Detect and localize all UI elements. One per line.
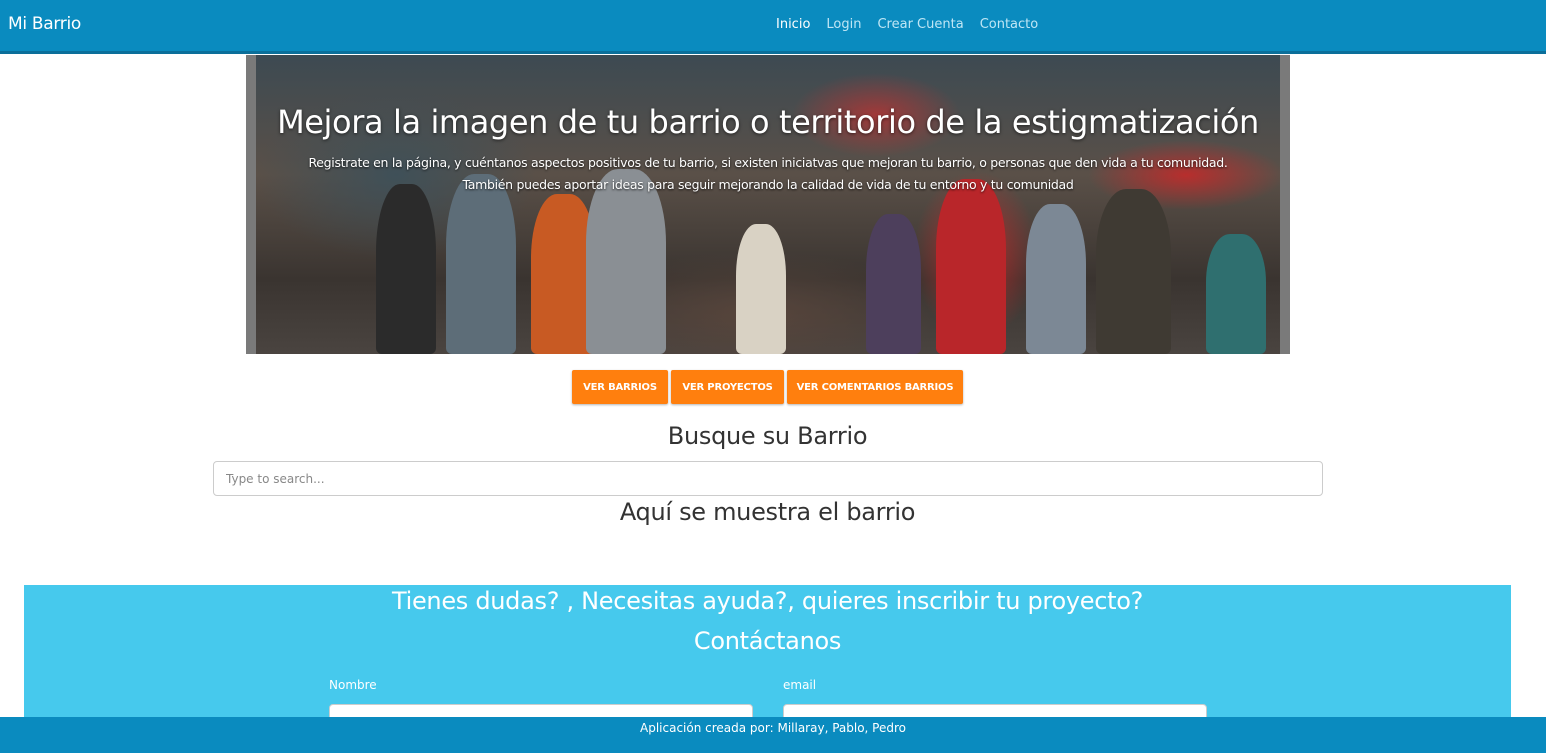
action-buttons: VER BARRIOS VER PROYECTOS VER COMENTARIO…	[572, 370, 963, 404]
nav-link-contacto[interactable]: Contacto	[980, 17, 1039, 32]
name-label: Nombre	[329, 678, 377, 692]
footer: Aplicación creada por: Millaray, Pablo, …	[0, 717, 1546, 753]
ver-comentarios-barrios-button[interactable]: VER COMENTARIOS BARRIOS	[787, 370, 963, 404]
navbar: Mi Barrio Inicio Login Crear Cuenta Cont…	[0, 0, 1546, 54]
hero-image: Mejora la imagen de tu barrio o territor…	[256, 55, 1280, 354]
hero-description: Registrate en la página, y cuéntanos asp…	[308, 155, 1228, 192]
footer-credits: Aplicación creada por: Millaray, Pablo, …	[640, 721, 906, 735]
contact-question: Tienes dudas? , Necesitas ayuda?, quiere…	[391, 587, 1144, 615]
result-title: Aquí se muestra el barrio	[619, 498, 916, 526]
brand-logo[interactable]: Mi Barrio	[8, 14, 81, 34]
email-label: email	[783, 678, 817, 692]
hero-title: Mejora la imagen de tu barrio o territor…	[277, 103, 1259, 141]
nav-link-crear-cuenta[interactable]: Crear Cuenta	[877, 17, 963, 32]
search-input[interactable]	[213, 461, 1323, 496]
contact-heading: Contáctanos	[693, 627, 842, 655]
ver-proyectos-button[interactable]: VER PROYECTOS	[671, 370, 784, 404]
contact-section: Tienes dudas? , Necesitas ayuda?, quiere…	[24, 585, 1511, 734]
nav-link-login[interactable]: Login	[826, 17, 861, 32]
nav-links: Inicio Login Crear Cuenta Contacto	[776, 17, 1038, 32]
hero-frame: Mejora la imagen de tu barrio o territor…	[246, 55, 1290, 354]
ver-barrios-button[interactable]: VER BARRIOS	[572, 370, 668, 404]
search-title: Busque su Barrio	[667, 422, 868, 450]
nav-link-inicio[interactable]: Inicio	[776, 17, 810, 32]
